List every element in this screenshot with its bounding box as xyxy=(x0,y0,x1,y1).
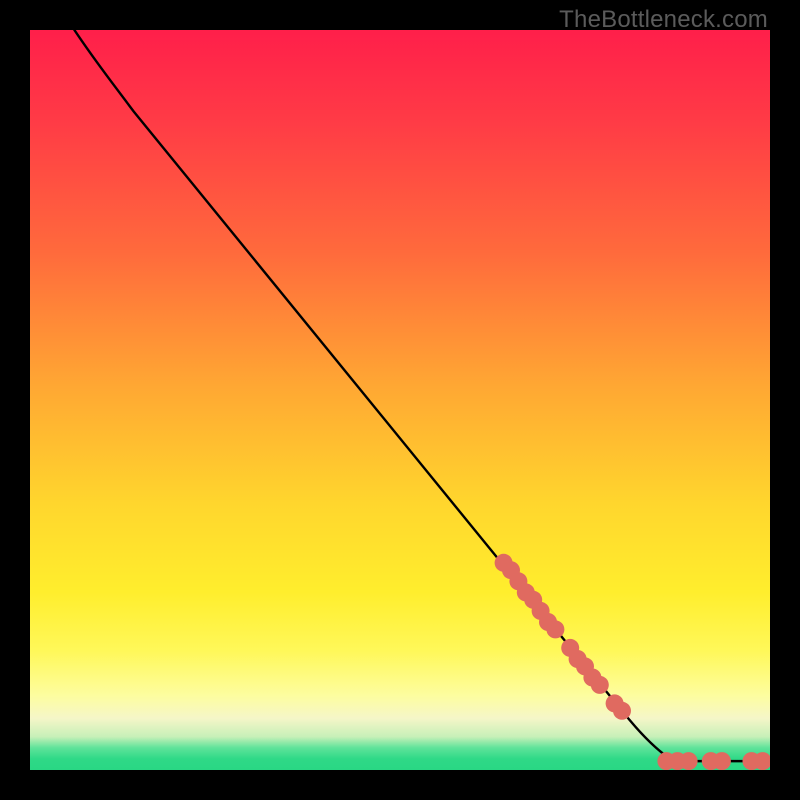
marker-dot xyxy=(754,752,770,770)
marker-dot xyxy=(606,694,624,712)
marker-dot xyxy=(680,752,698,770)
curve-line xyxy=(74,30,770,761)
marker-dot xyxy=(532,602,550,620)
marker-dot xyxy=(509,572,527,590)
marker-dot xyxy=(743,752,761,770)
marker-dot xyxy=(546,620,564,638)
chart-svg xyxy=(30,30,770,770)
marker-dot xyxy=(569,650,587,668)
marker-dot xyxy=(576,657,594,675)
marker-dot xyxy=(669,752,687,770)
marker-dot xyxy=(502,561,520,579)
marker-dot xyxy=(495,554,513,572)
marker-dot xyxy=(517,583,535,601)
marker-dot xyxy=(539,613,557,631)
marker-dot xyxy=(702,752,720,770)
curve-markers xyxy=(495,554,770,770)
plot-area xyxy=(30,30,770,770)
marker-dot xyxy=(713,752,731,770)
marker-dot xyxy=(561,639,579,657)
marker-dot xyxy=(583,669,601,687)
marker-dot xyxy=(613,702,631,720)
marker-dot xyxy=(524,591,542,609)
marker-dot xyxy=(591,676,609,694)
chart-frame: TheBottleneck.com xyxy=(0,0,800,800)
marker-dot xyxy=(657,752,675,770)
